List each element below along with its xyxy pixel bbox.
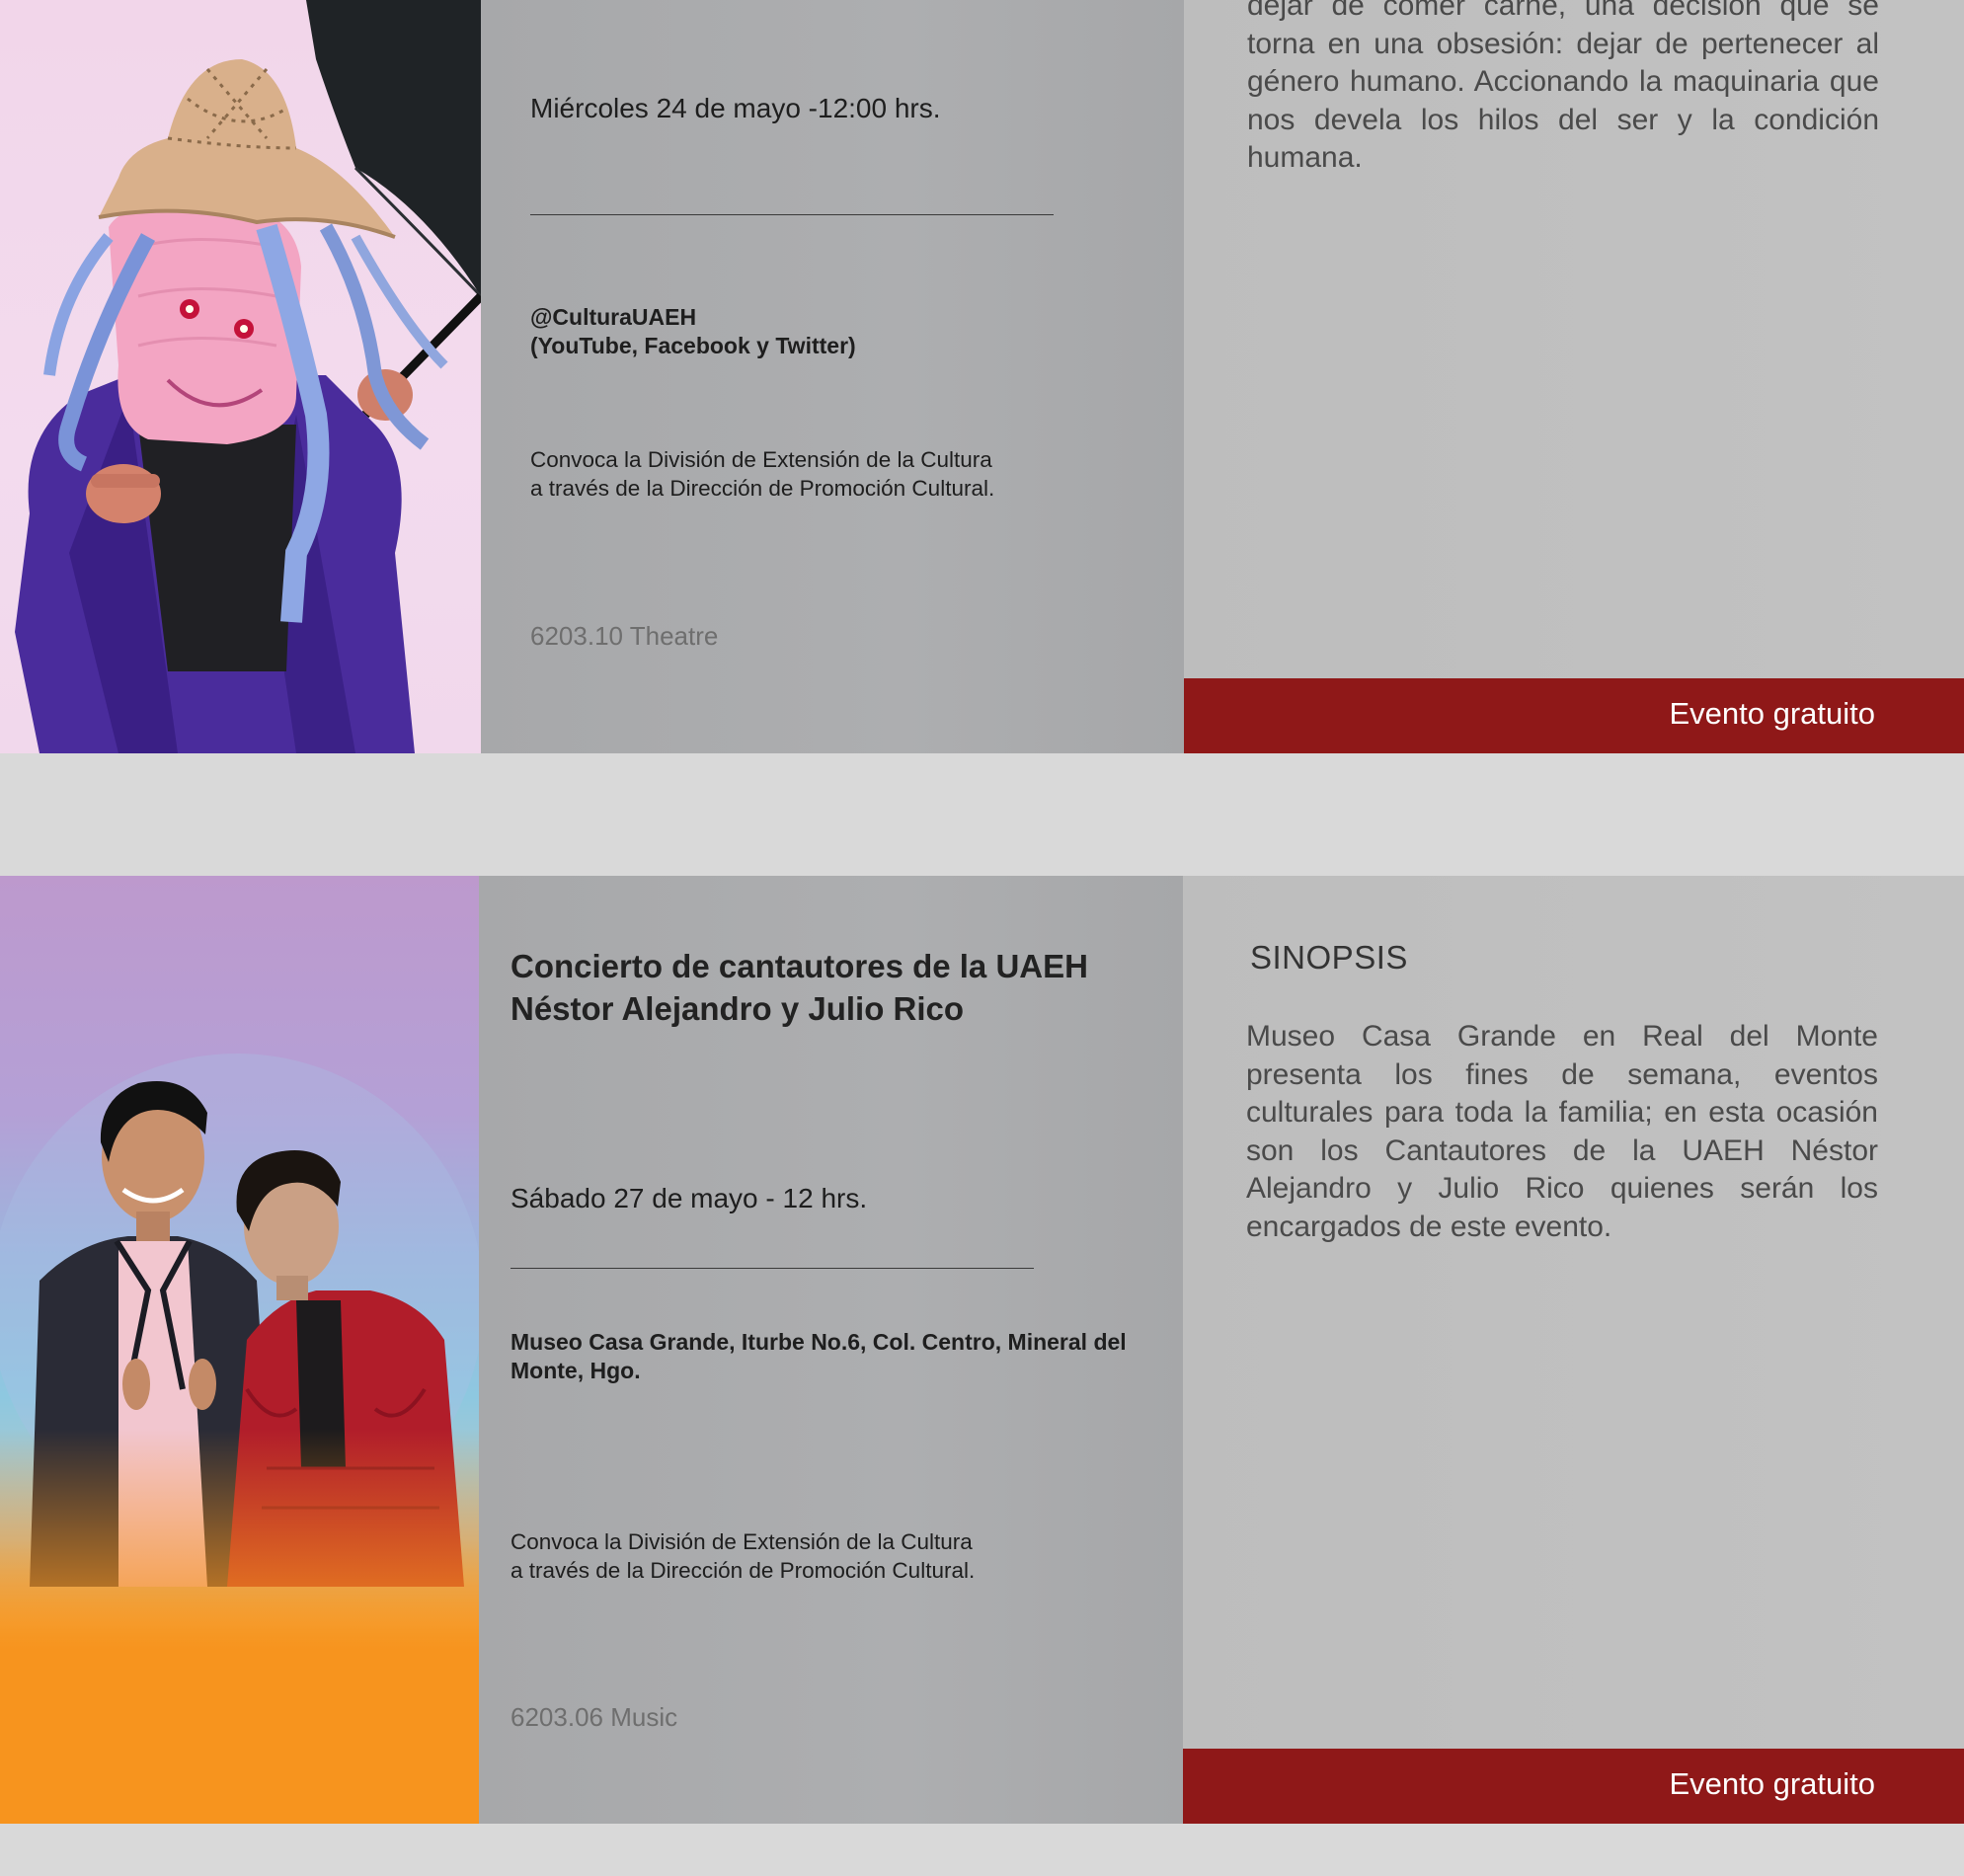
event-card-music: Concierto de cantautores de la UAEH Nést… (0, 876, 1964, 1824)
venue-line-1: @CulturaUAEH (530, 304, 697, 330)
event-title: Concierto de cantautores de la UAEH Nést… (511, 945, 1162, 1030)
divider-line (511, 1268, 1034, 1269)
event-organizer: Convoca la División de Extensión de la C… (530, 445, 1162, 503)
free-event-label: Evento gratuito (1669, 696, 1875, 731)
event-venue: @CulturaUAEH (YouTube, Facebook y Twitte… (530, 303, 1142, 360)
two-singers-icon (0, 1054, 479, 1824)
organizer-line-2: a través de la Dirección de Promoción Cu… (511, 1558, 976, 1583)
free-event-banner: Evento gratuito (1184, 678, 1964, 753)
event-image-music (0, 876, 479, 1824)
organizer-line-1: Convoca la División de Extensión de la C… (530, 447, 992, 472)
event-synopsis-music: SINOPSIS Museo Casa Grande en Real del M… (1183, 876, 1964, 1824)
masked-performer-icon (15, 0, 481, 753)
venue-line-2: (YouTube, Facebook y Twitter) (530, 333, 856, 358)
event-synopsis-theatre: dejar de comer carne, una decisión que s… (1184, 0, 1964, 753)
synopsis-text: dejar de comer carne, una decisión que s… (1247, 0, 1879, 174)
synopsis-heading: SINOPSIS (1250, 939, 1408, 976)
event-category: 6203.10 Theatre (530, 621, 719, 651)
event-organizer: Convoca la División de Extensión de la C… (511, 1527, 1142, 1585)
event-info-music: Concierto de cantautores de la UAEH Nést… (479, 876, 1183, 1824)
event-category: 6203.06 Music (511, 1702, 678, 1732)
free-event-label: Evento gratuito (1669, 1766, 1875, 1801)
organizer-line-2: a través de la Dirección de Promoción Cu… (530, 476, 995, 501)
synopsis-text: Museo Casa Grande en Real del Monte pres… (1246, 1020, 1878, 1243)
title-line-2: Néstor Alejandro y Julio Rico (511, 990, 965, 1027)
event-venue: Museo Casa Grande, Iturbe No.6, Col. Cen… (511, 1329, 1127, 1383)
page: Miércoles 24 de mayo -12:00 hrs. @Cultur… (0, 0, 1964, 1876)
title-line-1: Concierto de cantautores de la UAEH (511, 948, 1088, 984)
organizer-line-1: Convoca la División de Extensión de la C… (511, 1529, 973, 1554)
event-date: Sábado 27 de mayo - 12 hrs. (511, 1183, 868, 1213)
event-date: Miércoles 24 de mayo -12:00 hrs. (530, 93, 941, 123)
free-event-banner: Evento gratuito (1183, 1749, 1964, 1824)
event-image-theatre (0, 0, 481, 753)
divider-line (530, 214, 1054, 215)
event-card-theatre: Miércoles 24 de mayo -12:00 hrs. @Cultur… (0, 0, 1964, 753)
event-info-theatre: Miércoles 24 de mayo -12:00 hrs. @Cultur… (481, 0, 1184, 753)
